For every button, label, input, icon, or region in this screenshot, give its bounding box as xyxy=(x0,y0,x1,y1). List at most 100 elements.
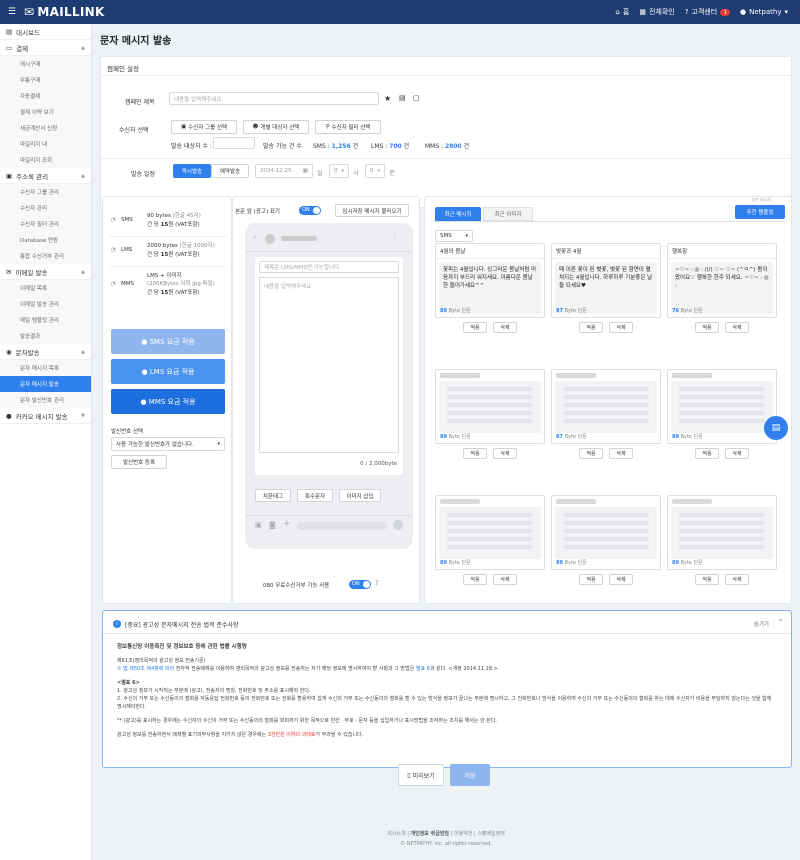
lms-apply-button[interactable]: ● LMS 요금 적용 xyxy=(111,359,225,384)
template-card[interactable]: 89 Byte 단문 xyxy=(435,495,545,570)
chevron-up-icon[interactable]: ^ xyxy=(778,619,783,626)
recommend-template-button[interactable]: 추천 템플릿 xyxy=(735,205,785,219)
template-card[interactable]: 4월의 봄날 꽃피는 4월입니다. 싱그러운 봄날처럼 마음까지 부드러 워지세요… xyxy=(435,243,545,318)
template-apply-button[interactable]: 적용 xyxy=(463,322,487,333)
template-type-select[interactable]: SMS ▾ xyxy=(435,230,473,242)
sidebar-item-active[interactable]: 문자 메시지 발송 xyxy=(0,376,91,392)
template-title: 4월의 봄날 xyxy=(436,244,544,259)
template-delete-button[interactable]: 삭제 xyxy=(609,448,633,459)
template-apply-button[interactable]: 적용 xyxy=(579,448,603,459)
preview-button[interactable]: ▯ 미리보기 xyxy=(398,764,444,786)
template-card[interactable]: 행복함 ~♡~ : ◎ : /)/) ♡~ ♡~ (^ㅁ^) 봄이 왔어요♡ 행복… xyxy=(667,243,777,318)
template-apply-button[interactable]: 적용 xyxy=(695,448,719,459)
menu-icon[interactable]: ☰ xyxy=(0,7,24,17)
document-fab-icon[interactable]: ▤ xyxy=(764,416,788,440)
template-apply-button[interactable]: 적용 xyxy=(695,574,719,585)
template-delete-button[interactable]: 삭제 xyxy=(493,322,517,333)
notice-link[interactable]: ▦ 전체확인 xyxy=(639,7,674,17)
ad-toggle[interactable]: ON xyxy=(299,206,321,215)
sidebar-item[interactable]: 캐시구매 xyxy=(0,56,91,72)
hour-select[interactable]: 0 ▾ xyxy=(329,164,349,178)
special-char-button[interactable]: 특수문자 xyxy=(297,489,333,502)
top-bar: ☰ ✉ MAILLINK ⌂ 홈 ▦ 전체확인 ? 고객센터 1 ● Netpathy ▾ xyxy=(0,0,800,24)
sidebar-group-address[interactable]: ▣ 주소록 관리 ▲ xyxy=(0,168,91,184)
sidebar-item[interactable]: Database 연동 xyxy=(0,232,91,248)
immediate-send-button[interactable]: 즉시발송 xyxy=(173,164,211,178)
footer-link[interactable]: 이용약관 xyxy=(454,831,472,837)
support-link[interactable]: ? 고객센터 1 xyxy=(685,7,731,17)
subject-input[interactable]: 제목은 LMS/MMS만 가능합니다. xyxy=(259,261,399,273)
sidebar-group-sms[interactable]: ◉ 문자발송 ▲ xyxy=(0,344,91,360)
template-delete-button[interactable]: 삭제 xyxy=(609,322,633,333)
template-card[interactable]: 89 Byte 단문 xyxy=(667,495,777,570)
date-field[interactable]: 2024.12.25 ▦ xyxy=(255,164,313,178)
template-card[interactable]: 89 Byte 단문 xyxy=(551,495,661,570)
hide-toggle[interactable]: 숨기기 xyxy=(754,620,769,628)
reject-toggle[interactable]: ON xyxy=(349,580,371,589)
sidebar-item[interactable]: 이메일 목록 xyxy=(0,280,91,296)
sidebar-item[interactable]: 수신자 필터 관리 xyxy=(0,216,91,232)
sms-apply-button[interactable]: ● SMS 요금 적용 xyxy=(111,329,225,354)
template-card[interactable]: 벚꽃과 4월 때 이른 꽃이 핀 벚꽃, 벚꽃 된 향연이 펼쳐지는 4월입니다.… xyxy=(551,243,661,318)
sender-register-button[interactable]: 발신번호 등록 xyxy=(111,455,167,469)
sidebar-group-payment[interactable]: ▭ 결제 ▲ xyxy=(0,40,91,56)
sidebar-item[interactable]: 결제 이력 보기 xyxy=(0,104,91,120)
template-apply-button[interactable]: 적용 xyxy=(695,322,719,333)
user-menu[interactable]: ● Netpathy ▾ xyxy=(740,8,788,16)
template-delete-button[interactable]: 삭제 xyxy=(493,448,517,459)
sidebar-item[interactable]: 메일 템플릿 관리 xyxy=(0,312,91,328)
sidebar-item-dashboard[interactable]: ▤ 대시보드 xyxy=(0,24,91,40)
home-link[interactable]: ⌂ 홈 xyxy=(615,7,629,17)
template-card[interactable]: 89 Byte 단문 xyxy=(667,369,777,444)
sidebar-item[interactable]: 자동결제 xyxy=(0,88,91,104)
campaign-title-input[interactable]: 내용을 입력해주세요. xyxy=(169,92,379,105)
sidebar-item[interactable]: 문자 메시지 목록 xyxy=(0,360,91,376)
individual-select-button[interactable]: ☻ 개별 대상자 선택 xyxy=(243,120,309,134)
footer-link[interactable]: 스팸메일정책 xyxy=(477,831,505,837)
template-delete-button[interactable]: 삭제 xyxy=(725,574,749,585)
help-icon[interactable]: ? xyxy=(375,579,379,587)
template-apply-button[interactable]: 적용 xyxy=(579,322,603,333)
replace-tag-button[interactable]: 치환태그 xyxy=(255,489,291,502)
comment-icon[interactable]: ▢ xyxy=(413,94,420,102)
insert-image-button[interactable]: 이미지 삽입 xyxy=(339,489,381,502)
load-temp-button[interactable]: 임시저장 메시지 불러오기 xyxy=(335,204,409,217)
template-card[interactable]: 87 Byte 단문 xyxy=(551,369,661,444)
template-apply-button[interactable]: 적용 xyxy=(463,448,487,459)
sidebar-group-email[interactable]: ✉ 이메일 발송 ▲ xyxy=(0,264,91,280)
footer-link[interactable]: 개인정보 취급방침 xyxy=(410,831,449,837)
template-delete-button[interactable]: 삭제 xyxy=(609,574,633,585)
sidebar-item[interactable]: 세금계산서 신청 xyxy=(0,120,91,136)
mms-apply-button[interactable]: ● MMS 요금 적용 xyxy=(111,389,225,414)
body-textarea[interactable]: 내용을 입력해주세요. xyxy=(259,277,399,453)
sidebar-item[interactable]: 문자 발신번호 관리 xyxy=(0,392,91,408)
target-count-field[interactable] xyxy=(213,137,255,149)
list-icon[interactable]: ▤ xyxy=(399,94,406,102)
template-delete-button[interactable]: 삭제 xyxy=(725,322,749,333)
logo[interactable]: ✉ MAILLINK xyxy=(24,5,105,19)
template-apply-button[interactable]: 적용 xyxy=(463,574,487,585)
star-icon[interactable]: ★ xyxy=(384,94,391,103)
sidebar-group-kakao[interactable]: ● 카카오 메시지 발송 ▼ xyxy=(0,408,91,424)
footer-link[interactable]: 회사소개 xyxy=(387,831,405,837)
sidebar-item[interactable]: 마일리지 내 xyxy=(0,136,91,152)
sidebar-item[interactable]: 이메일 발송 관리 xyxy=(0,296,91,312)
sidebar-item[interactable]: 수신자 그룹 관리 xyxy=(0,184,91,200)
template-delete-button[interactable]: 삭제 xyxy=(493,574,517,585)
sidebar-item[interactable]: 발송결과 xyxy=(0,328,91,344)
sender-select[interactable]: 사용 가능한 발신번호가 없습니다. ▾ xyxy=(111,437,225,451)
sidebar-item[interactable]: 무통구매 xyxy=(0,72,91,88)
filter-select-button[interactable]: ⚲ 수신자 필터 선택 xyxy=(315,120,381,134)
minute-select[interactable]: 0 ▾ xyxy=(365,164,385,178)
tab-recent-message[interactable]: 최근 메시지 xyxy=(435,207,481,221)
sidebar-item[interactable]: 수신자 관리 xyxy=(0,200,91,216)
tab-recent-image[interactable]: 최근 이미지 xyxy=(483,207,533,221)
group-select-button[interactable]: ▣ 수신자 그룹 선택 xyxy=(171,120,237,134)
template-card[interactable]: 89 Byte 단문 xyxy=(435,369,545,444)
template-delete-button[interactable]: 삭제 xyxy=(725,448,749,459)
save-button[interactable]: 저장 xyxy=(450,764,490,786)
sidebar-item[interactable]: 통합 수신거부 관리 xyxy=(0,248,91,264)
template-apply-button[interactable]: 적용 xyxy=(579,574,603,585)
sidebar-item[interactable]: 마일리지 조회 xyxy=(0,152,91,168)
reserve-send-button[interactable]: 예약발송 xyxy=(211,164,249,178)
